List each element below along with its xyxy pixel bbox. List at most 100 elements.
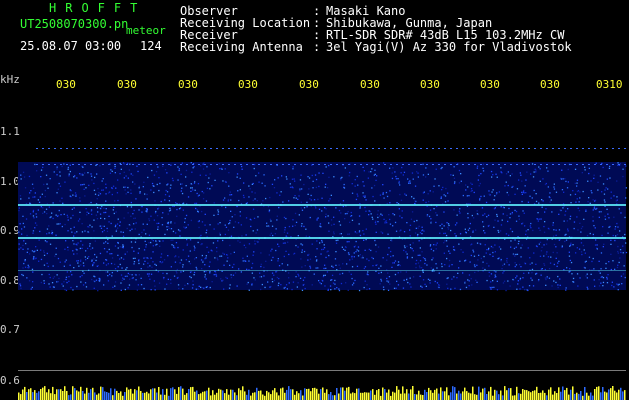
noise-speck bbox=[258, 172, 260, 174]
dotted-row-mark bbox=[522, 164, 524, 165]
noise-speck bbox=[234, 272, 237, 274]
dotted-row-mark bbox=[474, 148, 476, 149]
noise-speck bbox=[111, 272, 113, 274]
noise-speck bbox=[537, 220, 539, 222]
noise-speck bbox=[594, 285, 596, 287]
noise-speck bbox=[477, 259, 479, 261]
strength-bar bbox=[334, 395, 336, 400]
noise-speck bbox=[559, 278, 561, 280]
time-tick-label: 030 bbox=[56, 78, 76, 91]
noise-speck bbox=[568, 271, 570, 273]
noise-speck bbox=[269, 234, 271, 236]
noise-speck bbox=[255, 232, 257, 234]
noise-speck bbox=[502, 264, 504, 267]
noise-speck bbox=[408, 182, 410, 184]
noise-speck bbox=[607, 232, 609, 234]
noise-speck bbox=[271, 248, 273, 250]
noise-speck bbox=[483, 195, 485, 197]
dotted-row-mark bbox=[204, 148, 206, 149]
noise-speck bbox=[340, 179, 342, 181]
noise-speck bbox=[46, 241, 48, 243]
noise-speck bbox=[275, 249, 277, 252]
noise-speck bbox=[68, 175, 70, 177]
noise-speck bbox=[58, 182, 60, 185]
noise-speck bbox=[197, 183, 200, 185]
noise-speck bbox=[22, 215, 24, 217]
dotted-row-mark bbox=[588, 148, 590, 149]
noise-speck bbox=[338, 288, 340, 290]
noise-speck bbox=[446, 222, 448, 224]
noise-speck bbox=[122, 247, 124, 249]
strength-bar bbox=[294, 394, 296, 400]
noise-speck bbox=[193, 258, 196, 260]
noise-speck bbox=[227, 200, 229, 202]
noise-speck bbox=[301, 223, 303, 225]
noise-speck bbox=[603, 193, 606, 195]
noise-speck bbox=[129, 229, 131, 232]
noise-speck bbox=[391, 177, 394, 180]
noise-speck bbox=[565, 180, 567, 183]
noise-speck bbox=[368, 259, 370, 262]
noise-speck bbox=[261, 182, 263, 184]
noise-speck bbox=[344, 218, 346, 220]
noise-speck bbox=[65, 276, 68, 278]
noise-speck bbox=[382, 192, 384, 194]
noise-speck bbox=[422, 174, 425, 176]
noise-speck bbox=[96, 173, 98, 175]
noise-speck bbox=[67, 166, 69, 169]
noise-speck bbox=[576, 273, 579, 275]
noise-speck bbox=[181, 162, 183, 164]
noise-speck bbox=[625, 251, 628, 254]
strength-bar bbox=[166, 388, 168, 400]
noise-speck bbox=[417, 176, 419, 178]
dotted-row-mark bbox=[414, 164, 416, 165]
noise-speck bbox=[262, 200, 264, 202]
noise-speck bbox=[613, 195, 615, 197]
noise-speck bbox=[358, 223, 360, 225]
strength-bar bbox=[498, 394, 500, 400]
noise-speck bbox=[26, 277, 28, 279]
strength-bar bbox=[176, 393, 178, 400]
noise-speck bbox=[70, 271, 72, 273]
noise-speck bbox=[126, 267, 128, 269]
noise-speck bbox=[185, 259, 187, 261]
dotted-row-mark bbox=[300, 164, 302, 165]
noise-speck bbox=[152, 245, 154, 247]
noise-speck bbox=[334, 258, 337, 260]
noise-speck bbox=[406, 222, 408, 224]
noise-speck bbox=[593, 279, 595, 281]
strength-bar bbox=[574, 393, 576, 400]
noise-speck bbox=[139, 192, 141, 194]
noise-speck bbox=[120, 168, 122, 170]
noise-speck bbox=[30, 288, 32, 290]
noise-speck bbox=[624, 216, 626, 219]
noise-speck bbox=[484, 213, 486, 215]
noise-speck bbox=[78, 265, 80, 267]
strength-bar bbox=[204, 391, 206, 400]
noise-speck bbox=[375, 179, 377, 181]
noise-speck bbox=[103, 225, 105, 227]
dotted-row-mark bbox=[540, 148, 542, 149]
noise-speck bbox=[71, 274, 73, 276]
noise-speck bbox=[128, 284, 131, 286]
noise-speck bbox=[331, 265, 333, 267]
time-axis: 030 030 030 030 030 030 030 030 030 0310 bbox=[0, 78, 629, 98]
noise-speck bbox=[520, 174, 522, 176]
noise-speck bbox=[459, 212, 461, 214]
noise-speck bbox=[63, 281, 65, 283]
dotted-row-mark bbox=[582, 164, 584, 165]
noise-speck bbox=[338, 209, 341, 212]
noise-speck bbox=[606, 276, 608, 279]
noise-speck bbox=[412, 250, 414, 252]
noise-speck bbox=[432, 268, 435, 270]
noise-speck bbox=[303, 183, 305, 186]
noise-speck bbox=[386, 259, 388, 261]
noise-speck bbox=[105, 208, 107, 210]
noise-speck bbox=[335, 239, 337, 242]
noise-speck bbox=[429, 209, 432, 211]
dotted-row-mark bbox=[54, 148, 56, 149]
strength-bar bbox=[448, 395, 450, 400]
noise-speck bbox=[248, 196, 250, 198]
noise-speck bbox=[82, 244, 84, 246]
strength-bar bbox=[356, 388, 358, 400]
